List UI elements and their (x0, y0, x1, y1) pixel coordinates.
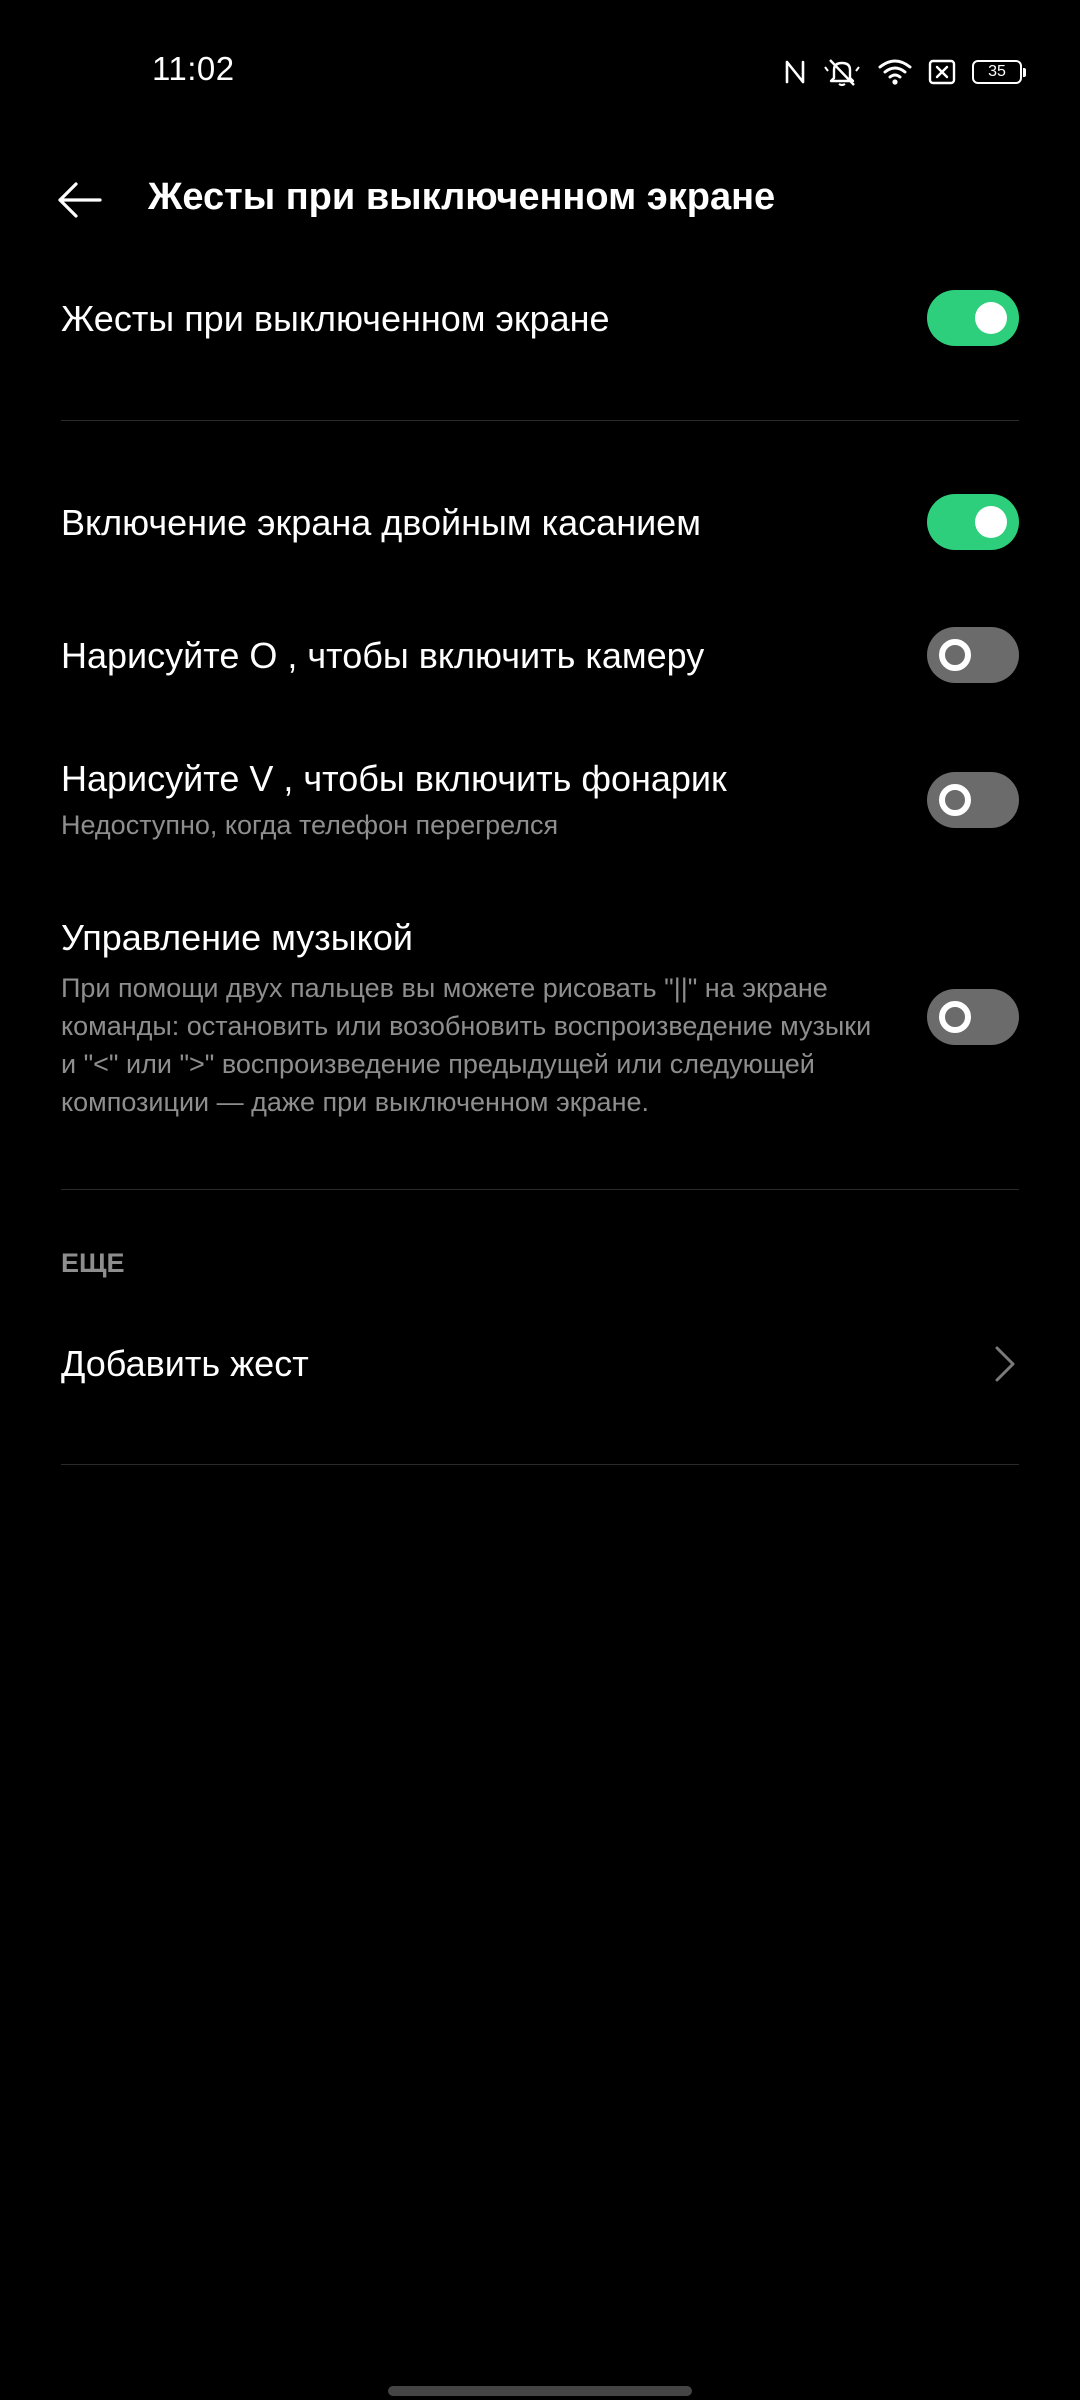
add-gesture-row[interactable]: Добавить жест (61, 1343, 1019, 1385)
setting-row-camera[interactable]: Нарисуйте O , чтобы включить камеру (61, 635, 1019, 677)
battery-level: 35 (988, 63, 1006, 80)
toggle-knob (975, 302, 1007, 334)
flashlight-toggle[interactable] (927, 772, 1019, 828)
toggle-knob (939, 784, 971, 816)
setting-row-master[interactable]: Жесты при выключенном экране (61, 298, 1019, 340)
setting-label: Включение экрана двойным касанием (61, 502, 701, 543)
divider (61, 420, 1019, 421)
status-time: 11:02 (152, 50, 235, 87)
back-button[interactable] (50, 172, 110, 228)
status-icons: 35 (784, 52, 1026, 92)
setting-row-double-tap[interactable]: Включение экрана двойным касанием (61, 502, 1019, 544)
chevron-right-icon (995, 1346, 1015, 1382)
setting-row-flashlight[interactable]: Нарисуйте V , чтобы включить фонарик Нед… (61, 758, 1019, 844)
silent-bell-icon (822, 57, 862, 87)
home-indicator[interactable] (388, 2386, 692, 2396)
double-tap-toggle[interactable] (927, 494, 1019, 550)
section-header-more: ЕЩЕ (61, 1248, 125, 1278)
master-toggle[interactable] (927, 290, 1019, 346)
add-gesture-label: Добавить жест (61, 1343, 309, 1384)
setting-subtitle: При помощи двух пальцев вы можете рисова… (61, 973, 872, 1117)
setting-subtitle: Недоступно, когда телефон перегрелся (61, 810, 559, 840)
setting-label: Нарисуйте O , чтобы включить камеру (61, 635, 705, 676)
battery-icon: 35 (972, 60, 1026, 84)
app-bar: Жесты при выключенном экране (0, 150, 1080, 250)
toggle-knob (939, 1001, 971, 1033)
setting-label: Управление музыкой (61, 917, 413, 958)
status-bar: 11:02 35 (0, 0, 1080, 140)
toggle-knob (975, 506, 1007, 538)
nfc-icon (784, 59, 806, 85)
sim-off-icon (928, 59, 956, 85)
setting-label: Жесты при выключенном экране (61, 298, 610, 339)
page-title: Жесты при выключенном экране (148, 176, 776, 218)
setting-label: Нарисуйте V , чтобы включить фонарик (61, 758, 727, 799)
back-arrow-icon (58, 182, 102, 218)
setting-row-music[interactable]: Управление музыкой При помощи двух пальц… (61, 917, 1019, 1121)
music-toggle[interactable] (927, 989, 1019, 1045)
camera-toggle[interactable] (927, 627, 1019, 683)
divider (61, 1189, 1019, 1190)
divider (61, 1464, 1019, 1465)
toggle-knob (939, 639, 971, 671)
wifi-icon (878, 58, 912, 86)
